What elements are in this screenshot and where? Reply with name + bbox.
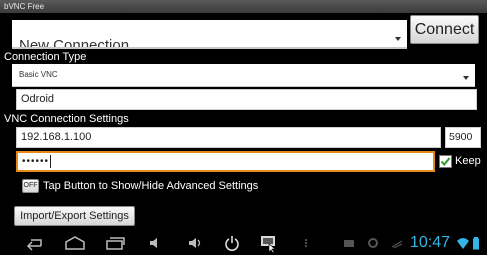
sync-icon — [368, 238, 378, 248]
volume-up-icon[interactable] — [186, 235, 204, 251]
import-export-label: Import/Export Settings — [20, 210, 129, 222]
battery-icon — [473, 237, 479, 250]
volume-down-icon[interactable] — [146, 235, 164, 251]
text-cursor — [50, 154, 52, 168]
back-icon[interactable] — [25, 235, 43, 251]
power-icon[interactable] — [223, 235, 241, 251]
nickname-value: Odroid — [21, 93, 55, 105]
chevron-down-icon — [463, 76, 469, 80]
connection-type-value: Basic VNC — [19, 70, 58, 79]
port-value: 5900 — [449, 131, 473, 143]
status-clock: 10:47 — [410, 234, 451, 251]
menu-icon[interactable] — [302, 235, 310, 251]
port-field[interactable]: 5900 — [445, 127, 481, 148]
keep-label: Keep — [455, 155, 481, 167]
advanced-settings-toggle[interactable]: OFF — [22, 179, 39, 193]
vnc-settings-label: VNC Connection Settings — [4, 113, 129, 125]
nickname-field[interactable]: Odroid — [16, 89, 477, 110]
checkmark-icon — [440, 157, 451, 167]
connection-type-label: Connection Type — [4, 51, 87, 63]
chevron-down-icon — [395, 37, 401, 41]
advanced-settings-text: Tap Button to Show/Hide Advanced Setting… — [43, 180, 259, 192]
home-icon[interactable] — [64, 235, 86, 251]
password-field[interactable]: •••••• — [16, 151, 435, 172]
wifi-icon — [457, 238, 469, 249]
window-titlebar: bVNC Free — [0, 0, 487, 13]
recent-apps-icon[interactable] — [105, 235, 125, 251]
advanced-toggle-label: OFF — [23, 182, 38, 189]
screenshot-icon[interactable] — [259, 233, 279, 253]
connect-button-label: Connect — [414, 21, 475, 38]
connection-type-select[interactable]: Basic VNC — [12, 64, 475, 87]
keep-password-checkbox[interactable] — [439, 155, 452, 168]
app-title: bVNC Free — [4, 2, 45, 11]
mail-icon — [344, 240, 354, 247]
address-value: 192.168.1.100 — [21, 131, 92, 143]
usb-icon — [391, 240, 403, 249]
import-export-button[interactable]: Import/Export Settings — [14, 206, 135, 226]
connection-select[interactable]: New Connection — [12, 20, 407, 49]
connect-button[interactable]: Connect — [410, 15, 479, 44]
address-field[interactable]: 192.168.1.100 — [16, 127, 441, 148]
password-mask: •••••• — [22, 156, 50, 167]
connection-select-value: New Connection — [19, 37, 130, 49]
